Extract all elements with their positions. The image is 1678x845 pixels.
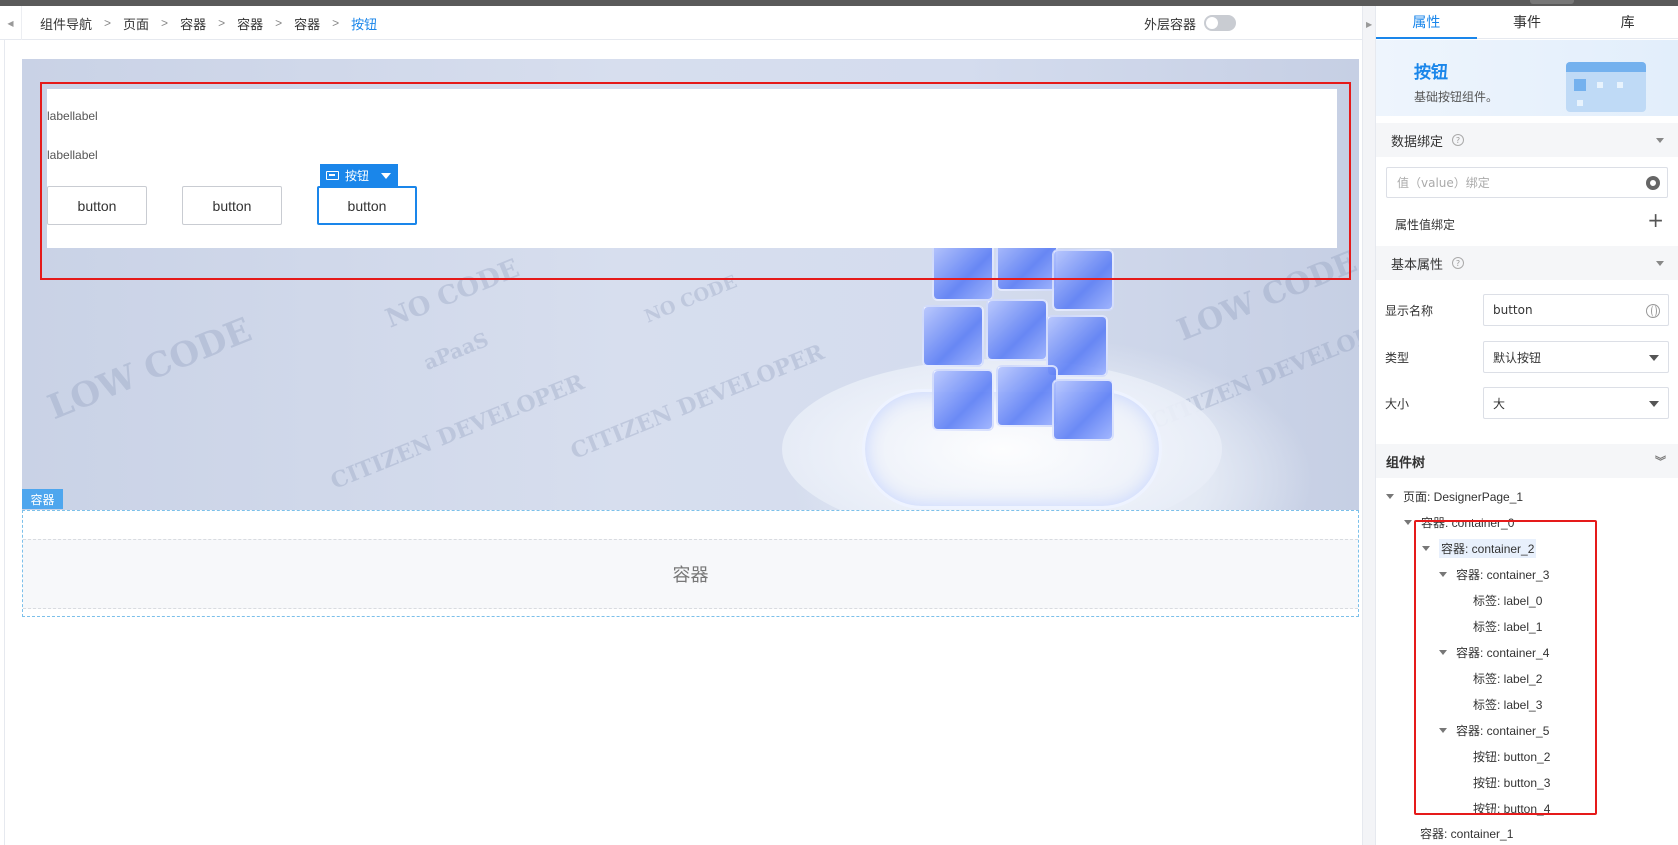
- chevron-right-icon: >: [275, 16, 283, 30]
- tab-properties[interactable]: 属性: [1376, 6, 1477, 39]
- tree-node-label: 页面: DesignerPage_1: [1403, 489, 1524, 504]
- basic-props-section-header[interactable]: 基本属性 ?: [1376, 246, 1678, 280]
- data-binding-section-header[interactable]: 数据绑定 ?: [1376, 123, 1678, 157]
- breadcrumb-bar: ◀ 组件导航 > 页面 > 容器 > 容器 > 容器 > 按钮 外层容器: [0, 6, 1372, 40]
- component-illustration: [1566, 62, 1646, 112]
- basic-props-title: 基本属性: [1391, 257, 1444, 273]
- component-title: 按钮: [1414, 63, 1448, 83]
- value-binding-input[interactable]: 值（value）绑定: [1386, 167, 1668, 198]
- gear-icon[interactable]: [1646, 176, 1660, 190]
- help-icon[interactable]: ?: [1452, 134, 1465, 146]
- panel-collapse-strip[interactable]: ▶: [1362, 6, 1376, 845]
- chevron-down-icon: [1649, 401, 1659, 407]
- watermark-text: LOW CODE: [42, 310, 258, 428]
- tree-node-page[interactable]: 页面: DesignerPage_1: [1386, 485, 1523, 507]
- chevron-right-icon: >: [104, 16, 112, 30]
- display-name-label: 显示名称: [1385, 304, 1434, 318]
- component-tree-title: 组件树: [1386, 455, 1426, 471]
- collapse-all-icon[interactable]: ︾: [1655, 453, 1666, 469]
- breadcrumb-item[interactable]: 页面: [123, 14, 149, 33]
- caret-down-icon[interactable]: [1404, 519, 1412, 525]
- display-name-input[interactable]: button: [1483, 294, 1669, 326]
- container-placeholder: 容器: [23, 539, 1358, 609]
- outer-container-toggle[interactable]: 外层容器: [1144, 6, 1236, 40]
- size-label: 大小: [1385, 397, 1410, 411]
- size-value: 大: [1493, 396, 1506, 411]
- component-description: 基础按钮组件。: [1414, 90, 1499, 104]
- type-label: 类型: [1385, 351, 1410, 365]
- globe-icon[interactable]: [1646, 304, 1660, 318]
- chevron-right-icon: >: [218, 16, 226, 30]
- attribute-binding-label: 属性值绑定: [1395, 218, 1456, 232]
- chevron-down-icon[interactable]: [1656, 138, 1664, 143]
- panel-tabs: 属性 事件 库: [1376, 6, 1678, 39]
- size-row: 大小 大: [1376, 387, 1678, 421]
- size-select[interactable]: 大: [1483, 387, 1669, 419]
- window-handle: [1530, 0, 1574, 4]
- outer-container-label: 外层容器: [1143, 16, 1196, 32]
- breadcrumb: 组件导航 > 页面 > 容器 > 容器 > 容器 > 按钮: [40, 6, 377, 40]
- add-binding-icon[interactable]: +: [1647, 210, 1664, 230]
- breadcrumb-item[interactable]: 容器: [237, 14, 263, 33]
- type-row: 类型 默认按钮: [1376, 341, 1678, 375]
- chevron-right-icon: >: [332, 16, 340, 30]
- type-value: 默认按钮: [1493, 350, 1542, 365]
- watermark-text: aPaaS: [419, 327, 492, 375]
- tree-node-container-1[interactable]: 容器: container_1: [1420, 822, 1513, 844]
- container-tag[interactable]: 容器: [22, 489, 63, 509]
- tree-node-label: 容器: container_1: [1420, 826, 1514, 841]
- collapse-right-icon[interactable]: ▶: [1366, 20, 1372, 29]
- value-binding-placeholder: 值（value）绑定: [1397, 176, 1490, 190]
- display-name-row: 显示名称 button: [1376, 294, 1678, 328]
- breadcrumb-item[interactable]: 容器: [180, 14, 206, 33]
- tab-library[interactable]: 库: [1577, 6, 1678, 38]
- breadcrumb-item[interactable]: 容器: [294, 14, 320, 33]
- watermark-text: CITIZEN DEVELOPER: [326, 369, 588, 495]
- collapse-left-icon[interactable]: ◀: [0, 6, 22, 40]
- tab-events[interactable]: 事件: [1477, 6, 1578, 38]
- type-select[interactable]: 默认按钮: [1483, 341, 1669, 373]
- chevron-right-icon: >: [161, 16, 169, 30]
- container-drop-zone[interactable]: 容器: [22, 510, 1359, 617]
- help-icon[interactable]: ?: [1452, 257, 1465, 269]
- chevron-down-icon[interactable]: [1656, 261, 1664, 266]
- data-binding-title: 数据绑定: [1391, 134, 1444, 150]
- component-tree-header[interactable]: 组件树 ︾: [1376, 444, 1678, 478]
- caret-down-icon[interactable]: [1386, 493, 1394, 499]
- chevron-down-icon: [1649, 355, 1659, 361]
- breadcrumb-item-current[interactable]: 按钮: [351, 14, 377, 33]
- property-panel: 属性 事件 库 按钮 基础按钮组件。 数据绑定 ? 值（value）绑定 属性值…: [1376, 6, 1678, 845]
- display-name-value: button: [1493, 303, 1533, 317]
- tree-selection-highlight-box: [1414, 520, 1597, 815]
- component-header: 按钮 基础按钮组件。: [1376, 40, 1678, 116]
- breadcrumb-item[interactable]: 组件导航: [40, 14, 92, 33]
- selection-highlight-box: [40, 82, 1351, 280]
- outer-container-switch[interactable]: [1204, 15, 1236, 31]
